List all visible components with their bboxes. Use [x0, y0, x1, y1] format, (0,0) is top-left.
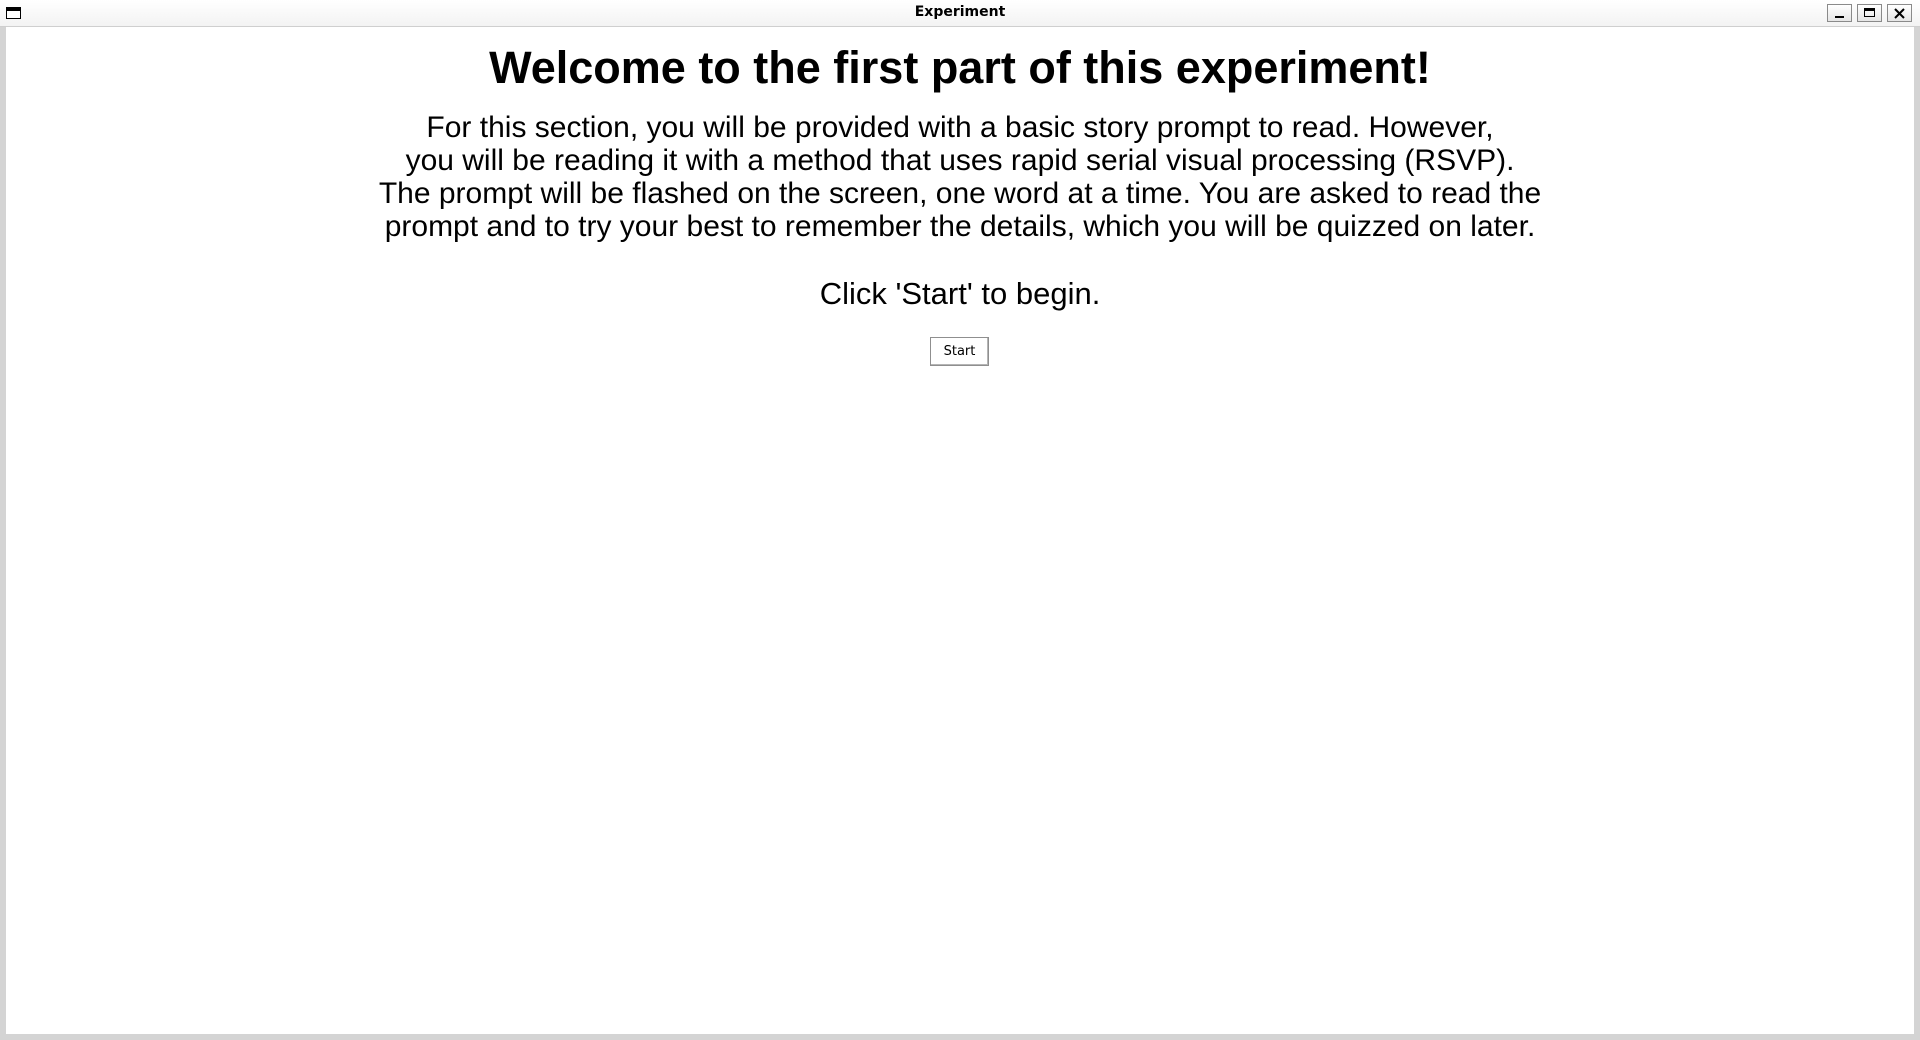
close-icon — [1894, 8, 1905, 19]
start-instruction: Click 'Start' to begin. — [819, 276, 1101, 311]
instructions-line: prompt and to try your best to remember … — [384, 210, 1536, 243]
instructions-line: you will be reading it with a method tha… — [405, 144, 1515, 177]
content-area: Welcome to the first part of this experi… — [6, 27, 1914, 1034]
title-bar[interactable]: Experiment — [0, 0, 1920, 27]
page-title: Welcome to the first part of this experi… — [489, 42, 1431, 93]
experiment-window: Experiment Welcome to the first part of … — [0, 0, 1920, 1040]
maximize-button[interactable] — [1857, 4, 1882, 22]
close-button[interactable] — [1887, 4, 1912, 22]
instructions-paragraph: For this section, you will be provided w… — [6, 111, 1914, 243]
instructions-line: The prompt will be flashed on the screen… — [378, 177, 1542, 210]
minimize-button[interactable] — [1827, 4, 1852, 22]
instructions-line: For this section, you will be provided w… — [426, 111, 1494, 144]
window-title: Experiment — [914, 4, 1006, 20]
start-button[interactable]: Start — [930, 337, 989, 366]
